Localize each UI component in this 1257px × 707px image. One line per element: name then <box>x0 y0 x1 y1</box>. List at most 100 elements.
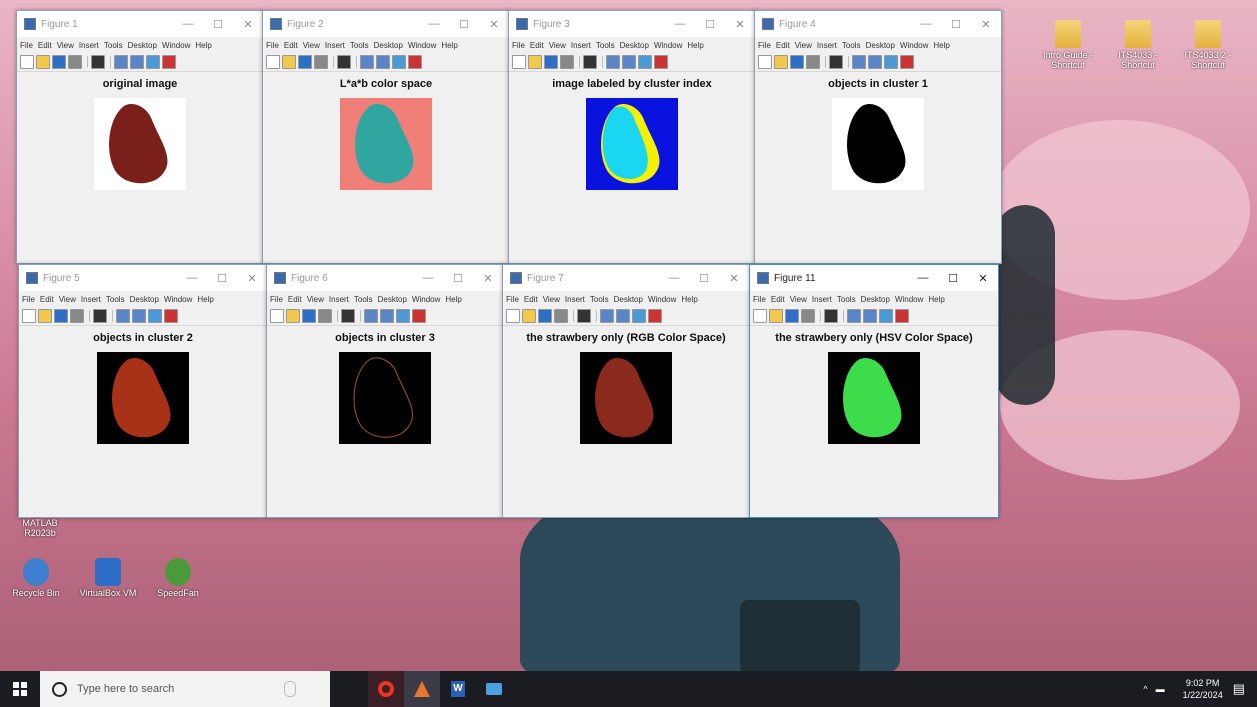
toolbar-button-icon[interactable] <box>528 55 542 69</box>
toolbar-button-icon[interactable] <box>270 309 284 323</box>
menu-item[interactable]: Help <box>928 295 944 304</box>
minimize-button[interactable]: — <box>413 272 443 284</box>
menu-item[interactable]: View <box>790 295 807 304</box>
menu-item[interactable]: Insert <box>325 41 345 50</box>
desktop-icon-recycle[interactable]: Recycle Bin <box>6 558 66 598</box>
toolbar-button-icon[interactable] <box>648 309 662 323</box>
toolbar-button-icon[interactable] <box>93 309 107 323</box>
toolbar-button-icon[interactable] <box>785 309 799 323</box>
toolbar-button-icon[interactable] <box>36 55 50 69</box>
window-titlebar[interactable]: Figure 5 — ☐ ✕ <box>19 265 267 291</box>
menu-item[interactable]: File <box>753 295 766 304</box>
window-titlebar[interactable]: Figure 6 — ☐ ✕ <box>267 265 503 291</box>
menu-item[interactable]: Insert <box>79 41 99 50</box>
menu-item[interactable]: Desktop <box>614 295 643 304</box>
desktop-icon-virtualbox[interactable]: VirtualBox VM <box>78 558 138 598</box>
maximize-button[interactable]: ☐ <box>449 18 479 31</box>
toolbar-button-icon[interactable] <box>360 55 374 69</box>
window-titlebar[interactable]: Figure 7 — ☐ ✕ <box>503 265 749 291</box>
toolbar-button-icon[interactable] <box>806 55 820 69</box>
figure-window[interactable]: Figure 6 — ☐ ✕ File Edit View Insert Tools De… <box>266 264 504 518</box>
menu-item[interactable]: Insert <box>812 295 832 304</box>
notification-icon[interactable]: ▤ <box>1233 681 1245 697</box>
toolbar-button-icon[interactable] <box>54 309 68 323</box>
window-titlebar[interactable]: Figure 11 — ☐ ✕ <box>750 265 998 291</box>
toolbar-button-icon[interactable] <box>341 309 355 323</box>
photos-taskbar-icon[interactable] <box>476 671 512 707</box>
menu-item[interactable]: View <box>795 41 812 50</box>
toolbar-button-icon[interactable] <box>164 309 178 323</box>
menu-item[interactable]: Tools <box>596 41 615 50</box>
toolbar-button-icon[interactable] <box>266 55 280 69</box>
toolbar-button-icon[interactable] <box>114 55 128 69</box>
toolbar-button-icon[interactable] <box>408 55 422 69</box>
toolbar-button-icon[interactable] <box>298 55 312 69</box>
toolbar-button-icon[interactable] <box>632 309 646 323</box>
desktop-icon-speedfan[interactable]: SpeedFan <box>148 558 208 598</box>
toolbar-button-icon[interactable] <box>132 309 146 323</box>
figure-window[interactable]: Figure 3 — ☐ ✕ File Edit View Insert Tools De… <box>508 10 756 264</box>
toolbar-button-icon[interactable] <box>146 55 160 69</box>
close-button[interactable]: ✕ <box>473 272 503 285</box>
menu-item[interactable]: Insert <box>81 295 101 304</box>
menu-item[interactable]: Window <box>648 295 676 304</box>
toolbar-button-icon[interactable] <box>282 55 296 69</box>
matlab-taskbar-icon[interactable] <box>404 671 440 707</box>
menu-item[interactable]: Window <box>654 41 682 50</box>
toolbar-button-icon[interactable] <box>91 55 105 69</box>
menu-item[interactable]: Window <box>162 41 190 50</box>
menu-item[interactable]: Help <box>197 295 213 304</box>
toolbar-button-icon[interactable] <box>895 309 909 323</box>
menu-item[interactable]: Tools <box>354 295 373 304</box>
desktop-icon-shortcut-1[interactable]: Intro Guide - Shortcut <box>1038 20 1098 70</box>
toolbar-button-icon[interactable] <box>774 55 788 69</box>
toolbar-button-icon[interactable] <box>638 55 652 69</box>
toolbar-button-icon[interactable] <box>824 309 838 323</box>
menu-item[interactable]: Window <box>408 41 436 50</box>
menu-item[interactable]: File <box>266 41 279 50</box>
toolbar-button-icon[interactable] <box>396 309 410 323</box>
clock[interactable]: 9:02 PM 1/22/2024 <box>1183 677 1223 701</box>
window-titlebar[interactable]: Figure 3 — ☐ ✕ <box>509 11 755 37</box>
menu-item[interactable]: Desktop <box>620 41 649 50</box>
menu-item[interactable]: Desktop <box>861 295 890 304</box>
menu-item[interactable]: View <box>303 41 320 50</box>
menu-item[interactable]: View <box>57 41 74 50</box>
window-titlebar[interactable]: Figure 1 — ☐ ✕ <box>17 11 263 37</box>
menu-item[interactable]: Help <box>445 295 461 304</box>
figure-window[interactable]: Figure 11 — ☐ ✕ File Edit View Insert Tools D… <box>749 264 999 518</box>
toolbar-button-icon[interactable] <box>337 55 351 69</box>
maximize-button[interactable]: ☐ <box>941 18 971 31</box>
toolbar-button-icon[interactable] <box>852 55 866 69</box>
toolbar-button-icon[interactable] <box>116 309 130 323</box>
menu-item[interactable]: File <box>20 41 33 50</box>
toolbar-button-icon[interactable] <box>318 309 332 323</box>
menu-item[interactable]: Window <box>164 295 192 304</box>
toolbar-button-icon[interactable] <box>769 309 783 323</box>
figure-window[interactable]: Figure 2 — ☐ ✕ File Edit View Insert Tools De… <box>262 10 510 264</box>
toolbar-button-icon[interactable] <box>380 309 394 323</box>
toolbar-button-icon[interactable] <box>286 309 300 323</box>
microphone-icon[interactable] <box>284 681 297 697</box>
menu-item[interactable]: Edit <box>530 41 544 50</box>
toolbar-button-icon[interactable] <box>68 55 82 69</box>
toolbar-button-icon[interactable] <box>790 55 804 69</box>
toolbar-button-icon[interactable] <box>302 309 316 323</box>
menu-item[interactable]: View <box>307 295 324 304</box>
minimize-button[interactable]: — <box>665 18 695 30</box>
menu-item[interactable]: Window <box>895 295 923 304</box>
menu-item[interactable]: Tools <box>350 41 369 50</box>
minimize-button[interactable]: — <box>177 272 207 284</box>
menu-item[interactable]: Tools <box>106 295 125 304</box>
toolbar-button-icon[interactable] <box>376 55 390 69</box>
toolbar-button-icon[interactable] <box>538 309 552 323</box>
toolbar-button-icon[interactable] <box>560 55 574 69</box>
menu-item[interactable]: Help <box>687 41 703 50</box>
menu-item[interactable]: Help <box>441 41 457 50</box>
desktop-icon-shortcut-2[interactable]: ITS4033 - Shortcut <box>1108 20 1168 70</box>
menu-item[interactable]: Desktop <box>866 41 895 50</box>
close-button[interactable]: ✕ <box>968 272 998 285</box>
menu-item[interactable]: Window <box>900 41 928 50</box>
minimize-button[interactable]: — <box>911 18 941 30</box>
maximize-button[interactable]: ☐ <box>207 272 237 285</box>
